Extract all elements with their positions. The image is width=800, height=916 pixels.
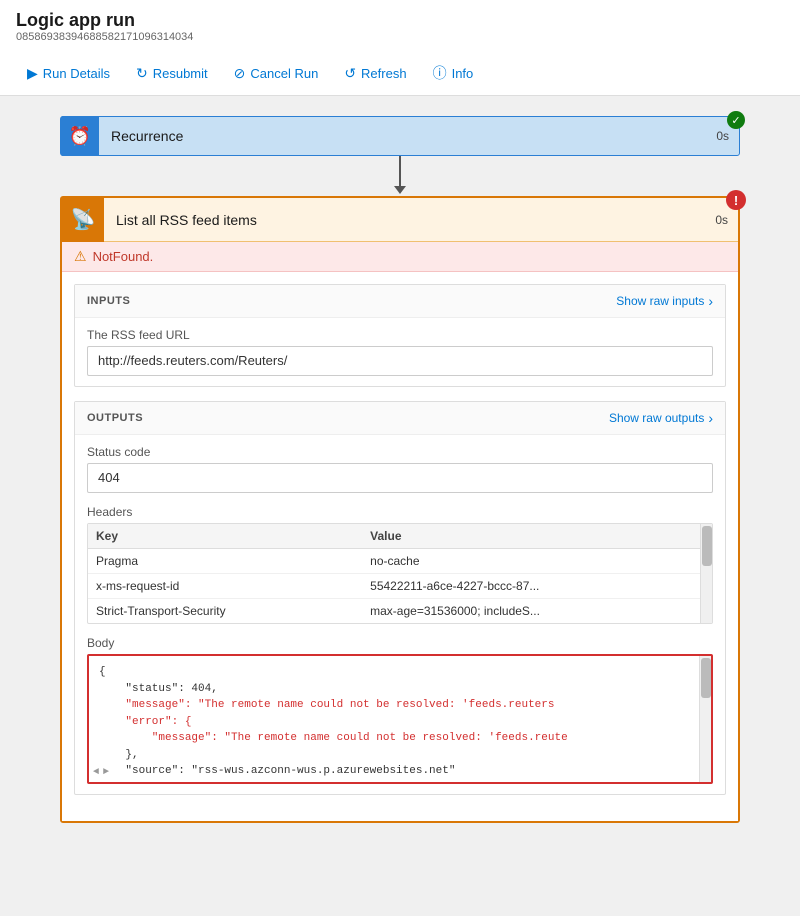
code-scrollbar-thumb <box>701 658 711 698</box>
outputs-section-header: OUTPUTS Show raw outputs › <box>75 402 725 435</box>
rss-header[interactable]: 📡 List all RSS feed items 0s ! <box>62 198 738 242</box>
code-line: }, <box>99 747 701 764</box>
rss-title: List all RSS feed items <box>104 212 715 228</box>
recurrence-time: 0s <box>716 129 739 143</box>
header-key-cell: Pragma <box>88 549 362 574</box>
inputs-section-header: INPUTS Show raw inputs › <box>75 285 725 318</box>
recurrence-label: Recurrence <box>99 128 716 144</box>
rss-feed-url-value: http://feeds.reuters.com/Reuters/ <box>87 346 713 376</box>
headers-container: Key Value Pragmano-cachex-ms-request-id5… <box>87 523 713 624</box>
error-message: NotFound. <box>93 249 154 264</box>
info-icon: ⓘ <box>433 63 447 83</box>
body-label: Body <box>87 636 713 650</box>
code-line: "message": "The remote name could not be… <box>99 697 701 714</box>
scroll-right-indicator: ► <box>103 767 109 778</box>
run-details-icon: ▶ <box>27 65 38 82</box>
table-row: x-ms-request-id55422211-a6ce-4227-bccc-8… <box>88 574 712 599</box>
code-line: "error": { <box>99 714 701 731</box>
flow-container: ⏰ Recurrence 0s ✓ 📡 List all RSS feed it… <box>20 116 780 823</box>
outputs-section-body: Status code 404 Headers Key Value <box>75 435 725 794</box>
header-value-cell: no-cache <box>362 549 712 574</box>
warning-icon: ⚠ <box>74 248 87 265</box>
rss-block: 📡 List all RSS feed items 0s ! ⚠ NotFoun… <box>60 196 740 823</box>
code-block: { "status": 404, "message": "The remote … <box>87 654 713 784</box>
header-col-key: Key <box>88 524 362 549</box>
refresh-button[interactable]: ↺ Refresh <box>333 59 417 88</box>
header-value-cell: 55422211-a6ce-4227-bccc-87... <box>362 574 712 599</box>
cancel-run-icon: ⊘ <box>234 65 246 82</box>
error-banner: ⚠ NotFound. <box>62 242 738 272</box>
page-header: Logic app run 08586938394688582171096314… <box>0 0 800 96</box>
code-line: { <box>99 664 701 681</box>
status-code-label: Status code <box>87 445 713 459</box>
inputs-section: INPUTS Show raw inputs › The RSS feed UR… <box>74 284 726 387</box>
rss-feed-url-label: The RSS feed URL <box>87 328 713 342</box>
code-line: "message": "The remote name could not be… <box>99 730 701 747</box>
inputs-section-body: The RSS feed URL http://feeds.reuters.co… <box>75 318 725 386</box>
cancel-run-button[interactable]: ⊘ Cancel Run <box>223 59 330 88</box>
rss-time: 0s <box>715 213 738 227</box>
resubmit-button[interactable]: ↻ Resubmit <box>125 59 219 88</box>
resubmit-icon: ↻ <box>136 65 148 82</box>
chevron-right-icon: › <box>708 293 713 309</box>
code-lines: { "status": 404, "message": "The remote … <box>99 664 701 780</box>
status-code-value: 404 <box>87 463 713 493</box>
show-raw-outputs-button[interactable]: Show raw outputs › <box>609 410 713 426</box>
page-title: Logic app run <box>16 10 784 31</box>
headers-table: Key Value Pragmano-cachex-ms-request-id5… <box>88 524 712 623</box>
info-button[interactable]: ⓘ Info <box>422 57 485 89</box>
show-raw-inputs-button[interactable]: Show raw inputs › <box>616 293 713 309</box>
rss-icon: 📡 <box>71 207 96 232</box>
body-section: Body { "status": 404, "message": "The re… <box>87 636 713 784</box>
run-details-button[interactable]: ▶ Run Details <box>16 59 121 88</box>
code-line: "status": 404, <box>99 681 701 698</box>
table-row: Strict-Transport-Securitymax-age=3153600… <box>88 599 712 624</box>
success-badge: ✓ <box>727 111 745 129</box>
header-key-cell: x-ms-request-id <box>88 574 362 599</box>
scroll-left-indicator: ◄ <box>93 767 99 778</box>
inputs-title: INPUTS <box>87 295 130 307</box>
recurrence-icon: ⏰ <box>69 126 91 147</box>
rss-icon-box: 📡 <box>62 198 104 242</box>
rss-body: INPUTS Show raw inputs › The RSS feed UR… <box>62 272 738 821</box>
outputs-title: OUTPUTS <box>87 412 143 424</box>
header-value-cell: max-age=31536000; includeS... <box>362 599 712 624</box>
outputs-section: OUTPUTS Show raw outputs › Status code 4… <box>74 401 726 795</box>
flow-arrow <box>394 156 406 196</box>
error-badge: ! <box>726 190 746 210</box>
code-scrollbar[interactable] <box>699 656 711 782</box>
header-key-cell: Strict-Transport-Security <box>88 599 362 624</box>
headers-scrollbar[interactable] <box>700 524 712 623</box>
chevron-right-icon-outputs: › <box>708 410 713 426</box>
toolbar: ▶ Run Details ↻ Resubmit ⊘ Cancel Run ↺ … <box>16 51 784 95</box>
main-content: ⏰ Recurrence 0s ✓ 📡 List all RSS feed it… <box>0 96 800 916</box>
recurrence-icon-box: ⏰ <box>61 116 99 156</box>
page-subtitle: 08586938394688582171096314034 <box>16 31 784 43</box>
headers-label: Headers <box>87 505 713 519</box>
header-col-value: Value <box>362 524 712 549</box>
headers-scrollbar-thumb <box>702 526 712 566</box>
refresh-icon: ↺ <box>344 65 356 82</box>
recurrence-block[interactable]: ⏰ Recurrence 0s ✓ <box>60 116 740 156</box>
table-row: Pragmano-cache <box>88 549 712 574</box>
